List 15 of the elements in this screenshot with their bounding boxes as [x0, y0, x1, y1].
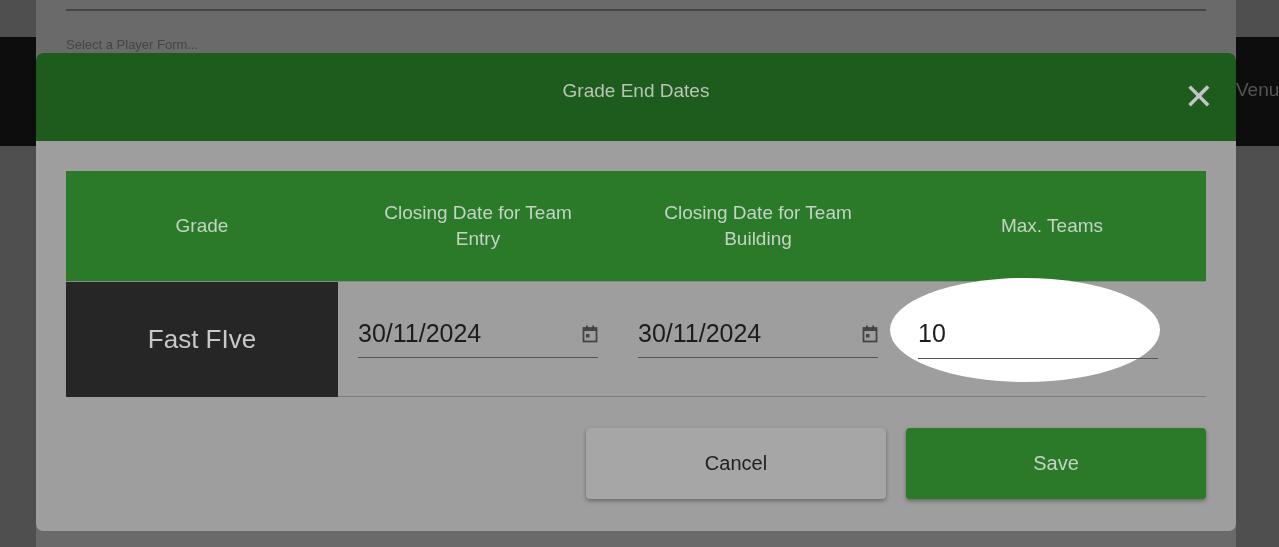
column-header: Closing Date for Team Entry [338, 171, 618, 282]
close-button[interactable]: ✕ [1179, 77, 1218, 117]
date-field[interactable]: 30/11/2024 [358, 310, 598, 358]
calendar-icon[interactable] [582, 324, 598, 343]
calendar-icon[interactable] [862, 324, 878, 343]
input-field[interactable]: 10 [918, 309, 1158, 359]
grade-cell: Fast FIve [66, 282, 338, 397]
column-header: Max. Teams [898, 171, 1206, 282]
cancel-button[interactable]: Cancel [586, 428, 886, 499]
column-header: Grade [66, 171, 338, 282]
column-header: Closing Date for Team Building [618, 171, 898, 282]
nav-label: Venu [1236, 79, 1279, 101]
dialog-title: Grade End Dates [562, 80, 710, 102]
save-button[interactable]: Save [906, 428, 1206, 499]
date-field[interactable]: 30/11/2024 [638, 310, 878, 358]
